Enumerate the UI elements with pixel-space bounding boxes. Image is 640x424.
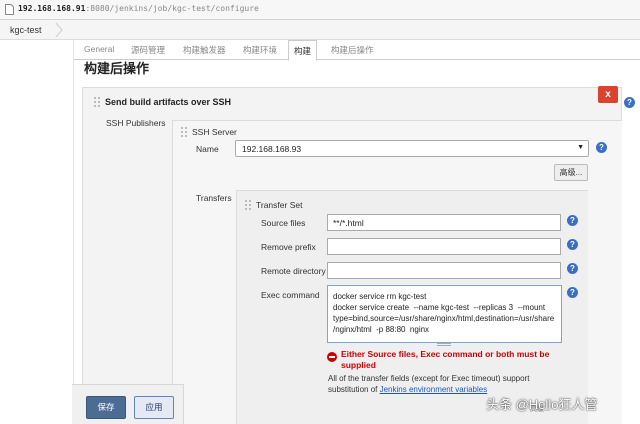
watermark: 头条 @Hello狂人管 [486, 397, 598, 412]
apply-button[interactable]: 应用 [134, 396, 174, 419]
url-path: :8080/jenkins/job/kgc-test/configure [85, 4, 259, 13]
remote-directory-input[interactable] [327, 262, 561, 279]
left-gutter [0, 40, 74, 424]
help-icon[interactable]: ? [624, 97, 635, 108]
chevron-down-icon: ▼ [577, 144, 584, 151]
ssh-server-name-value: 192.168.168.93 [242, 144, 302, 154]
section-title: 构建后操作 [84, 61, 150, 76]
breadcrumb: kgc-test [0, 20, 640, 40]
help-icon[interactable]: ? [567, 239, 578, 250]
delete-step-button[interactable]: x [598, 86, 618, 103]
save-button[interactable]: 保存 [86, 396, 126, 419]
remove-prefix-input[interactable] [327, 238, 561, 255]
tab-build-environment[interactable]: 构建环境 [243, 44, 277, 56]
breadcrumb-separator-icon [55, 23, 63, 37]
tab-general[interactable]: General [84, 44, 114, 54]
tab-source-management[interactable]: 源码管理 [131, 44, 165, 56]
help-icon[interactable]: ? [596, 142, 607, 153]
tab-build[interactable]: 构建 [288, 40, 318, 61]
help-icon[interactable]: ? [567, 287, 578, 298]
breadcrumb-job[interactable]: kgc-test [10, 25, 42, 35]
page-icon [5, 4, 14, 15]
source-files-label: Source files [261, 218, 306, 228]
error-icon [327, 352, 337, 362]
help-icon[interactable]: ? [567, 215, 578, 226]
transfer-fields-note: All of the transfer fields (except for E… [328, 373, 568, 395]
url-text[interactable]: 192.168.168.91:8080/jenkins/job/kgc-test… [18, 4, 259, 13]
textarea-resize-grip[interactable] [437, 343, 451, 346]
name-label: Name [196, 144, 219, 154]
config-tabs: General 源码管理 构建触发器 构建环境 构建 构建后操作 [74, 40, 640, 61]
ssh-server-name-select[interactable]: 192.168.168.93 ▼ [235, 140, 589, 157]
tab-build-triggers[interactable]: 构建触发器 [183, 44, 226, 56]
transfers-label: Transfers [196, 193, 232, 203]
drag-handle-icon[interactable] [94, 97, 100, 107]
exec-command-textarea[interactable]: docker service rm kgc-test docker servic… [327, 285, 562, 343]
transfer-set-title: Transfer Set [256, 200, 303, 210]
step-title: Send build artifacts over SSH [105, 97, 232, 107]
jenkins-env-vars-link[interactable]: Jenkins environment variables [380, 385, 488, 394]
remote-directory-label: Remote directory [261, 266, 326, 276]
remove-prefix-label: Remove prefix [261, 242, 316, 252]
browser-url-bar[interactable]: 192.168.168.91:8080/jenkins/job/kgc-test… [0, 0, 640, 20]
url-host: 192.168.168.91 [18, 4, 86, 13]
drag-handle-icon[interactable] [181, 127, 187, 137]
tab-post-build-actions[interactable]: 构建后操作 [331, 44, 374, 56]
exec-command-label: Exec command [261, 290, 320, 300]
source-files-input[interactable]: **/*.html [327, 214, 561, 231]
drag-handle-icon[interactable] [245, 200, 251, 210]
advanced-button[interactable]: 高级... [554, 164, 588, 181]
ssh-publishers-label: SSH Publishers [106, 118, 166, 128]
ssh-server-title: SSH Server [192, 127, 237, 137]
help-icon[interactable]: ? [567, 263, 578, 274]
error-message: Either Source files, Exec command or bot… [341, 349, 550, 370]
